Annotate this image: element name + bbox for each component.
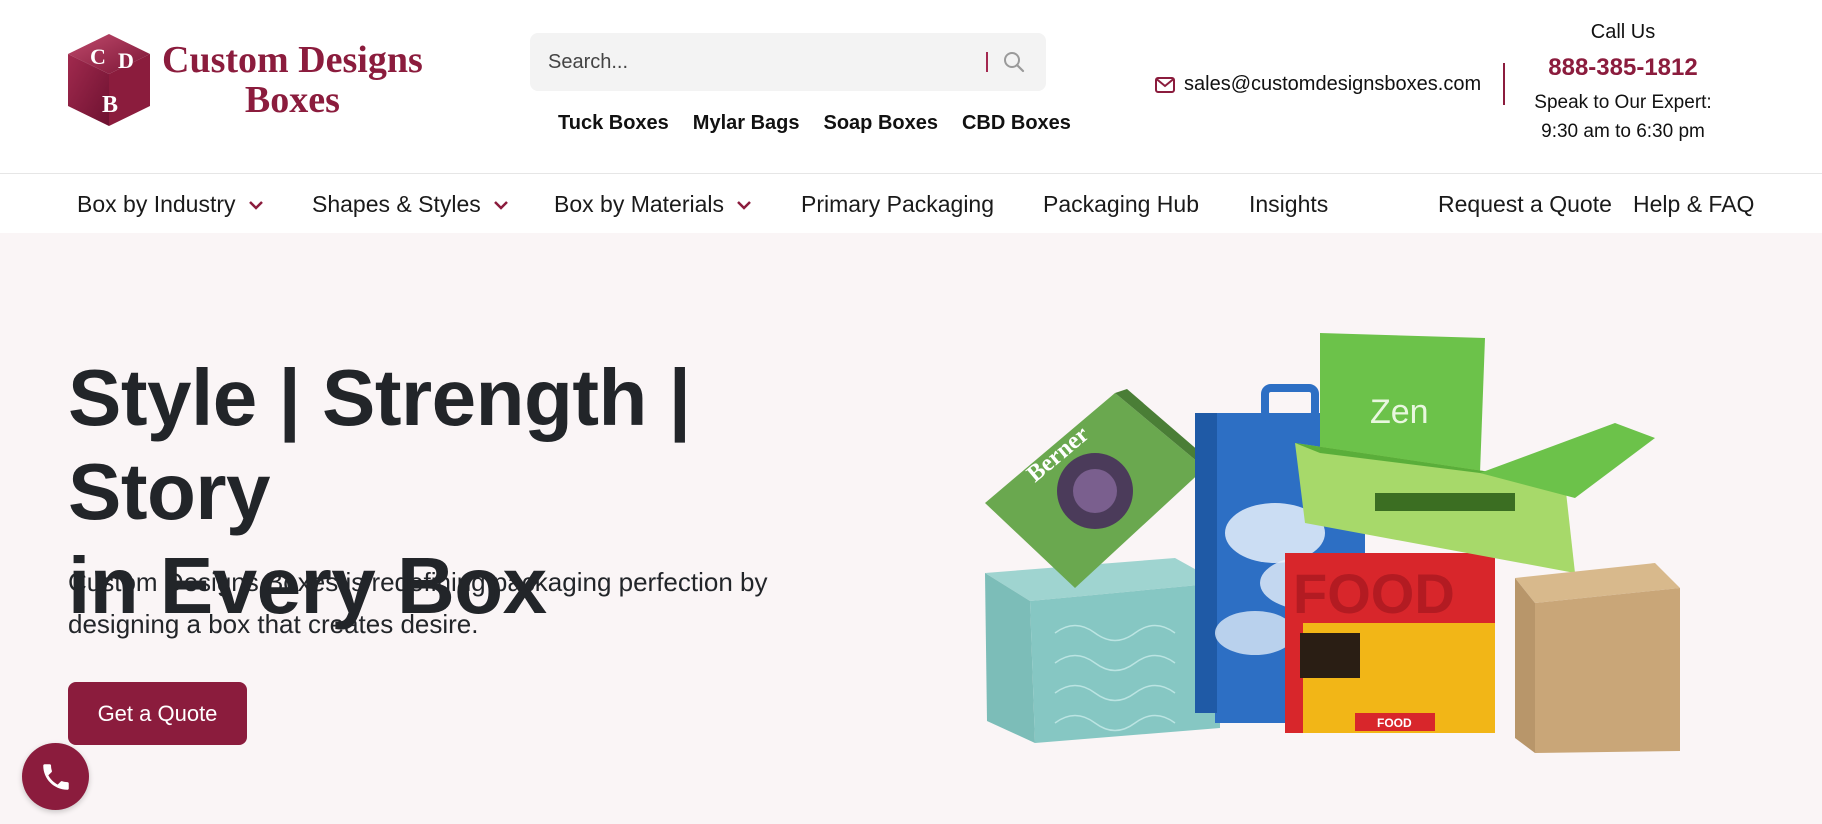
nav-item-insights[interactable]: Insights <box>1249 191 1328 218</box>
logo-cube-icon: C D B <box>68 34 150 126</box>
zen-label: Zen <box>1370 393 1429 431</box>
logo-letter-b: B <box>102 92 118 118</box>
food-small-label: FOOD <box>1377 716 1412 730</box>
search-button[interactable] <box>1002 50 1026 74</box>
contact-divider <box>1503 63 1505 105</box>
search-bar <box>530 33 1046 91</box>
quick-link-cbd-boxes[interactable]: CBD Boxes <box>962 112 1071 135</box>
search-divider <box>986 52 988 72</box>
quick-link-mylar-bags[interactable]: Mylar Bags <box>693 112 800 135</box>
nav-item-help-faq[interactable]: Help & FAQ <box>1633 191 1754 218</box>
nav-item-primary-packaging[interactable]: Primary Packaging <box>801 191 994 218</box>
call-us-label: Call Us <box>1590 21 1656 43</box>
nav-item-label: Insights <box>1249 191 1329 217</box>
site-logo[interactable]: C D B Custom Designs Boxes <box>66 32 423 128</box>
chevron-down-icon <box>493 200 508 210</box>
hero-title-line-1: Style | Strength | Story <box>68 353 691 536</box>
email-address: sales@customdesignsboxes.com <box>1184 73 1482 95</box>
chevron-down-icon <box>248 200 263 210</box>
quick-links: Tuck Boxes Mylar Bags Soap Boxes CBD Box… <box>558 112 1095 135</box>
site-header: C D B Custom Designs Boxes Tuck Boxes My… <box>0 0 1822 173</box>
nav-item-label: Shapes & Styles <box>312 191 481 217</box>
nav-item-label: Box by Materials <box>554 191 725 217</box>
search-input[interactable] <box>530 33 986 91</box>
search-icon <box>1004 52 1025 73</box>
quick-link-soap-boxes[interactable]: Soap Boxes <box>824 112 938 135</box>
envelope-icon <box>1155 76 1175 93</box>
berner-box-illustration: Berner <box>985 389 1215 588</box>
email-link[interactable]: sales@customdesignsboxes.com <box>1155 73 1481 96</box>
hero-subtitle-line-2: designing a box that creates desire. <box>68 609 479 639</box>
logo-line-1: Custom Designs <box>162 39 423 81</box>
get-quote-button[interactable]: Get a Quote <box>68 682 247 745</box>
chevron-down-icon <box>737 200 751 210</box>
nav-item-label: Request a Quote <box>1438 191 1612 217</box>
expert-label: Speak to Our Expert: <box>1534 92 1712 113</box>
nav-item-box-by-industry[interactable]: Box by Industry <box>77 191 264 218</box>
teal-box-illustration <box>985 558 1220 743</box>
kraft-box-illustration <box>1515 563 1680 753</box>
food-big-label: FOOD <box>1293 562 1455 625</box>
logo-letter-d: D <box>118 48 134 73</box>
nav-item-box-by-materials[interactable]: Box by Materials <box>554 191 752 218</box>
nav-item-request-quote[interactable]: Request a Quote <box>1438 191 1612 218</box>
logo-wordmark: Custom Designs Boxes <box>162 40 423 120</box>
hero-subtitle: Custom Designs Boxes is redefining packa… <box>68 561 828 645</box>
expert-hours: Speak to Our Expert: 9:30 am to 6:30 pm <box>1512 88 1734 146</box>
phone-icon <box>42 763 69 790</box>
nav-item-label: Help & FAQ <box>1633 191 1755 217</box>
logo-letter-c: C <box>90 44 106 69</box>
main-nav: Box by Industry Shapes & Styles Box by M… <box>0 173 1822 233</box>
nav-item-shapes-styles[interactable]: Shapes & Styles <box>312 191 509 218</box>
food-box-illustration: FOOD FOOD <box>1285 553 1495 733</box>
nav-item-label: Packaging Hub <box>1043 191 1199 217</box>
nav-item-packaging-hub[interactable]: Packaging Hub <box>1043 191 1199 218</box>
hero-boxes-image: Berner FOOD FOOD Zen <box>985 333 1680 753</box>
expert-time: 9:30 am to 6:30 pm <box>1541 121 1705 142</box>
nav-item-label: Primary Packaging <box>801 191 995 217</box>
logo-line-2: Boxes <box>244 79 340 121</box>
hero-subtitle-line-1: Custom Designs Boxes is redefining packa… <box>68 567 768 597</box>
floating-call-button[interactable] <box>22 743 89 810</box>
contact-block: Call Us 888-385-1812 Speak to Our Expert… <box>1512 20 1734 146</box>
nav-item-label: Box by Industry <box>77 191 236 217</box>
phone-number[interactable]: 888-385-1812 <box>1512 54 1734 82</box>
hero-section: Style | Strength | Story in Every Box Cu… <box>0 233 1822 824</box>
quick-link-tuck-boxes[interactable]: Tuck Boxes <box>558 112 669 135</box>
